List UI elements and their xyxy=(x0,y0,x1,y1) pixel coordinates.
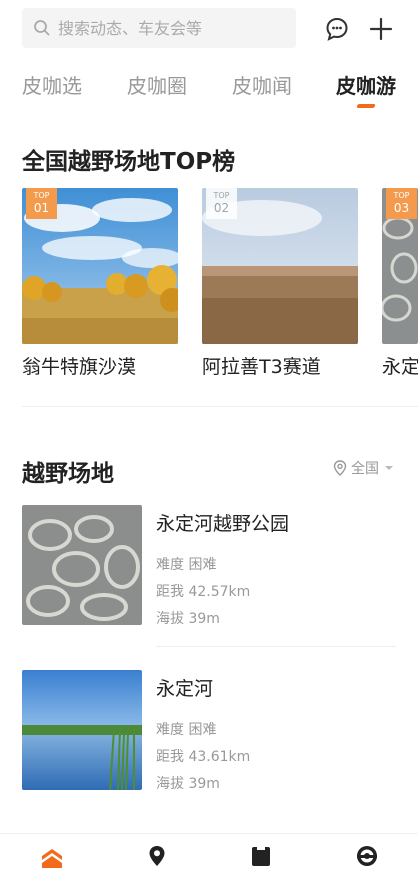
search-box[interactable] xyxy=(22,8,296,48)
top-badge-label: TOP xyxy=(33,191,50,200)
active-tab-indicator xyxy=(356,104,376,108)
region-filter-label: 全国 xyxy=(351,461,379,477)
message-icon[interactable] xyxy=(324,16,350,42)
bottom-nav xyxy=(0,833,418,869)
tab-bar: 皮咖选 皮咖圈 皮咖闻 皮咖游 xyxy=(0,66,418,106)
site-distance: 距我 42.57km xyxy=(156,584,251,600)
top-rank-number: 02 xyxy=(213,201,230,215)
tab-pika-select[interactable]: 皮咖选 xyxy=(22,70,82,99)
location-pin-icon xyxy=(333,460,347,476)
list-item[interactable]: 永定河 难度 困难 距我 43.61km 海拔 39m xyxy=(22,670,398,791)
site-difficulty: 难度 困难 xyxy=(156,557,217,573)
top-rank-number: 01 xyxy=(33,201,50,215)
list-item[interactable]: 永定河越野公园 难度 困难 距我 42.57km 海拔 39m xyxy=(22,505,398,626)
home-icon[interactable] xyxy=(40,844,64,868)
site-altitude: 海拔 39m xyxy=(156,776,220,792)
top-badge-label: TOP xyxy=(393,191,410,200)
site-difficulty: 难度 困难 xyxy=(156,722,217,738)
search-row xyxy=(22,8,398,48)
top-rank-badge: TOP 02 xyxy=(206,188,237,219)
top-badge-label: TOP xyxy=(213,191,230,200)
tab-pika-travel[interactable]: 皮咖游 xyxy=(336,70,396,99)
top-card-photo: TOP 03 xyxy=(382,188,418,344)
location-icon[interactable] xyxy=(145,844,169,868)
top-card[interactable]: TOP 01 翁牛特旗沙漠 xyxy=(22,188,178,379)
chevron-down-icon xyxy=(385,466,393,470)
top-rank-badge: TOP 03 xyxy=(386,188,417,219)
search-input[interactable] xyxy=(58,18,278,38)
list-divider xyxy=(156,646,396,647)
top-card[interactable]: TOP 02 阿拉善T3赛道 xyxy=(202,188,358,379)
site-title: 永定河 xyxy=(156,678,214,700)
site-info: 永定河 难度 困难 距我 43.61km 海拔 39m xyxy=(156,670,250,791)
top-rank-number: 03 xyxy=(393,201,410,215)
site-distance: 距我 43.61km xyxy=(156,749,251,765)
top-card-photo: TOP 01 xyxy=(22,188,178,344)
site-info: 永定河越野公园 难度 困难 距我 42.57km 海拔 39m xyxy=(156,505,289,626)
bookmark-icon[interactable] xyxy=(249,844,273,868)
top-card-photo: TOP 02 xyxy=(202,188,358,344)
plus-icon[interactable] xyxy=(368,16,394,42)
sites-section-title: 越野场地 xyxy=(22,461,114,487)
site-title: 永定河越野公园 xyxy=(156,513,290,535)
site-altitude: 海拔 39m xyxy=(156,611,220,627)
site-thumbnail xyxy=(22,505,142,625)
top-section-title: 全国越野场地TOP榜 xyxy=(22,149,236,175)
top-rank-badge: TOP 01 xyxy=(26,188,57,219)
tab-pika-news[interactable]: 皮咖闻 xyxy=(232,70,292,99)
steering-wheel-icon[interactable] xyxy=(355,844,379,868)
tab-pika-circle[interactable]: 皮咖圈 xyxy=(127,70,187,99)
search-icon xyxy=(34,20,50,36)
section-divider xyxy=(22,406,418,407)
region-filter[interactable]: 全国 xyxy=(333,458,394,478)
top-card-name: 翁牛特旗沙漠 xyxy=(22,356,137,378)
top-card-name: 阿拉善T3赛道 xyxy=(202,356,321,378)
top-card[interactable]: TOP 03 永定 xyxy=(382,188,418,379)
site-thumbnail xyxy=(22,670,142,790)
top-card-name: 永定 xyxy=(382,356,418,378)
